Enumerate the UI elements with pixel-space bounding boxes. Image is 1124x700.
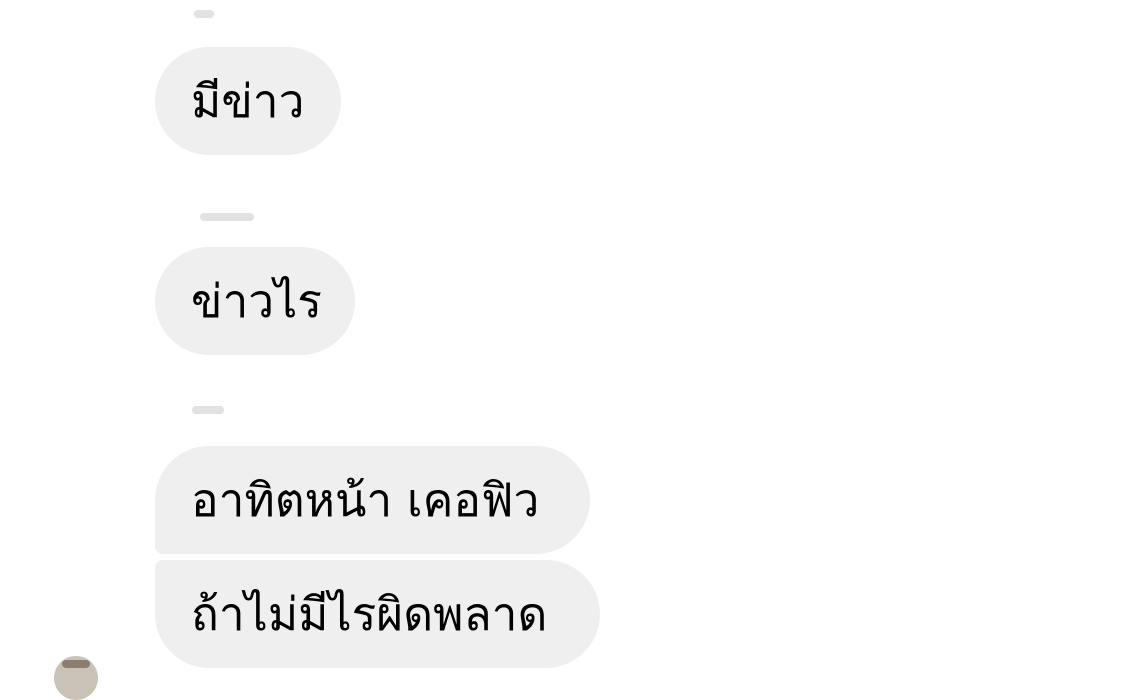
message-text: ถ้าไม่มีไรผิดพลาด — [191, 587, 548, 641]
sender-name-redacted — [192, 406, 224, 414]
sender-name-redacted — [200, 213, 254, 221]
message-bubble[interactable]: อาทิตหน้า เคอฟิว — [155, 446, 590, 554]
sender-name-redacted — [194, 10, 214, 18]
message-text: ข่าวไร — [191, 274, 322, 328]
message-text: มีข่าว — [191, 74, 305, 128]
message-bubble[interactable]: ถ้าไม่มีไรผิดพลาด — [155, 560, 600, 668]
message-bubble[interactable]: มีข่าว — [155, 47, 341, 155]
chat-thread: มีข่าว ข่าวไร อาทิตหน้า เคอฟิว ถ้าไม่มีไ… — [0, 0, 1124, 700]
avatar[interactable] — [54, 656, 98, 700]
message-bubble[interactable]: ข่าวไร — [155, 247, 355, 355]
message-text: อาทิตหน้า เคอฟิว — [191, 473, 540, 527]
